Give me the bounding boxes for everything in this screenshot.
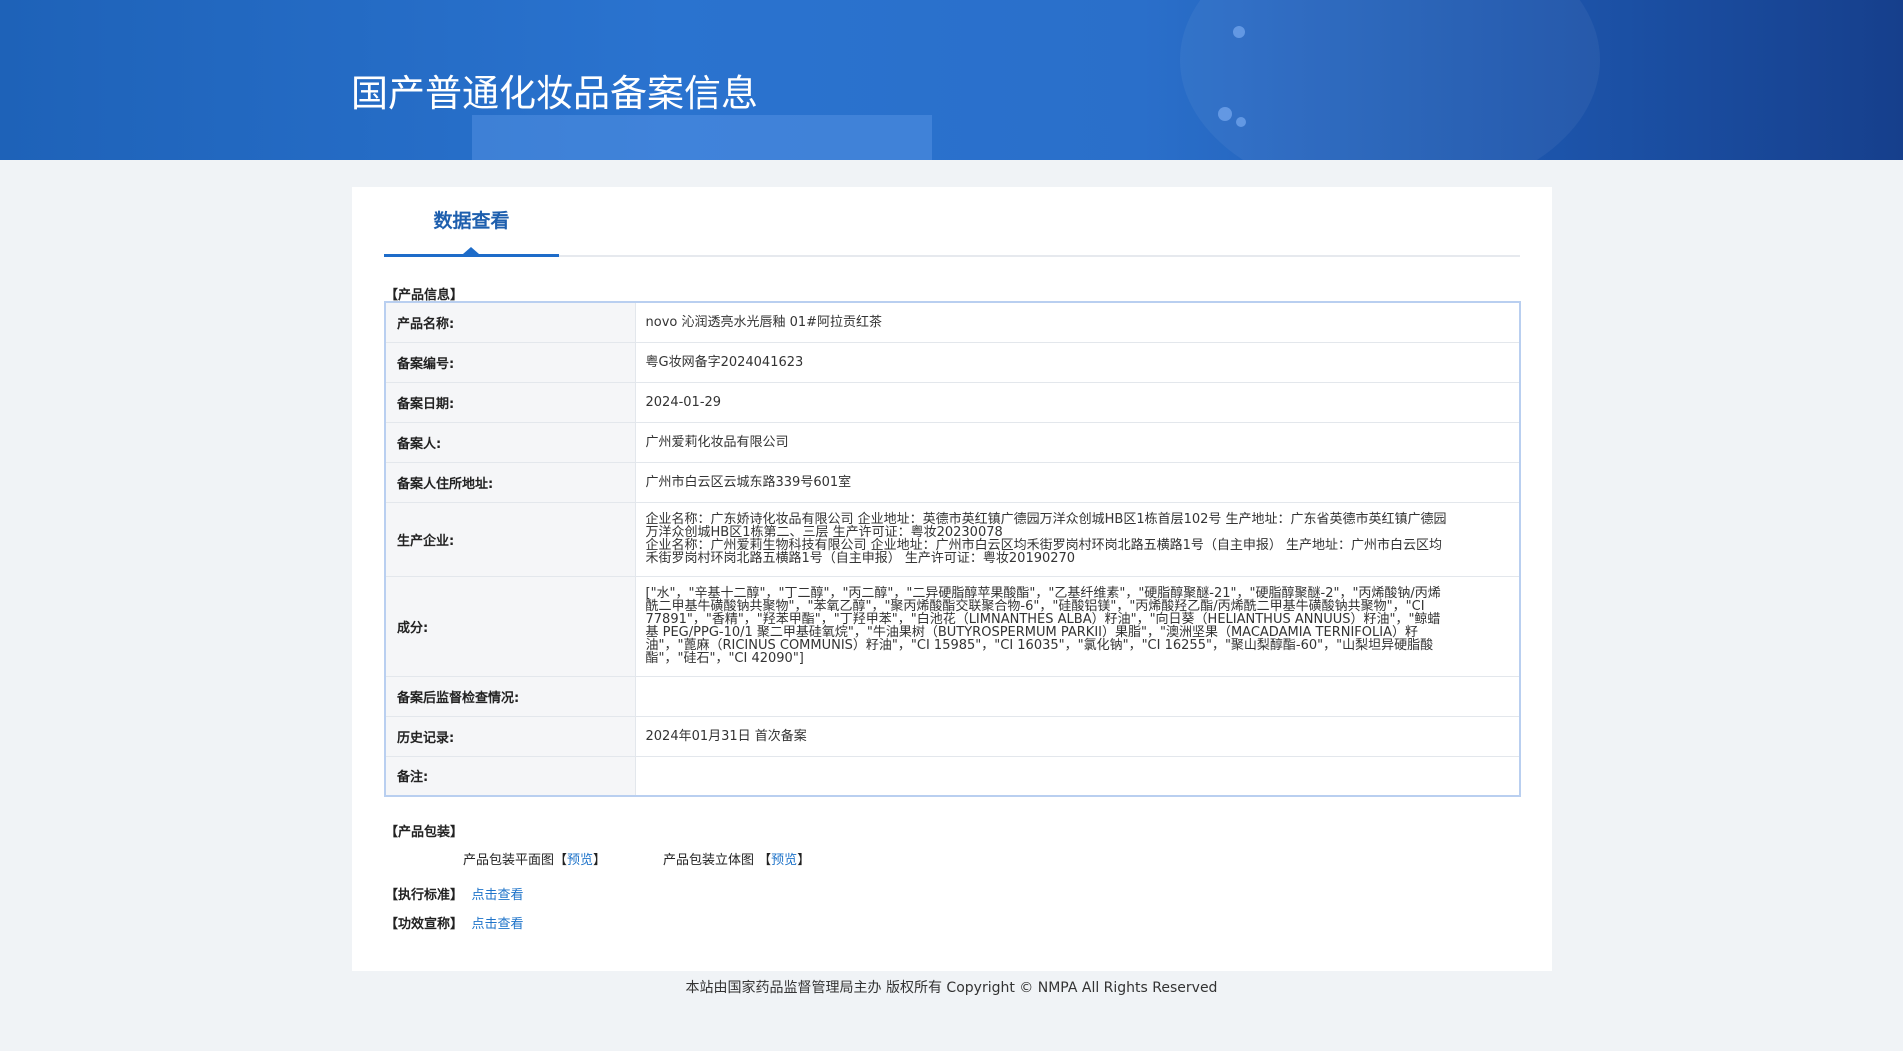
tab-bar: 数据查看 bbox=[384, 187, 1520, 257]
table-row: 备注: bbox=[385, 756, 1520, 797]
row-key: 备案编号: bbox=[385, 342, 636, 383]
row-key: 备案日期: bbox=[385, 382, 636, 423]
packaging-solid-label: 产品包装立体图 bbox=[663, 853, 755, 868]
row-value-ingredients: ["水"，"辛基十二醇"，"丁二醇"，"丙二醇"，"二异硬脂醇苹果酸酯"，"乙基… bbox=[635, 576, 1520, 677]
row-value: 广州爱莉化妆品有限公司 bbox=[635, 422, 1520, 463]
tab-data-view[interactable]: 数据查看 bbox=[384, 187, 559, 257]
row-value: 2024-01-29 bbox=[635, 382, 1520, 423]
row-value bbox=[635, 756, 1520, 797]
row-value: 2024年01月31日 首次备案 bbox=[635, 716, 1520, 757]
header-banner: 国产普通化妆品备案信息 bbox=[0, 0, 1903, 160]
bracket-close: 】 bbox=[797, 853, 811, 868]
footer-copyright: 本站由国家药品监督管理局主办 版权所有 Copyright © NMPA All… bbox=[685, 980, 1218, 996]
row-key: 备案人住所地址: bbox=[385, 462, 636, 503]
row-value-manufacturer: 企业名称：广东娇诗化妆品有限公司 企业地址：英德市英红镇广德园万洋众创城HB区1… bbox=[635, 502, 1520, 577]
text-line: 酯"，"硅石"，"CI 42090"] bbox=[645, 651, 804, 666]
row-value: 粤G妆网备字2024041623 bbox=[635, 342, 1520, 383]
banner-decoration bbox=[1180, 0, 1600, 160]
table-row: 备案后监督检查情况: bbox=[385, 676, 1520, 717]
row-key: 历史记录: bbox=[385, 716, 636, 757]
text-line: 禾街罗岗村环岗北路五横路1号（自主申报） 生产许可证：粤妆20190270 bbox=[645, 551, 1076, 566]
product-info-table: 产品名称: novo 沁润透亮水光唇釉 01#阿拉贡红茶 备案编号: 粤G妆网备… bbox=[384, 301, 1521, 797]
bracket-close: 】 bbox=[593, 853, 607, 868]
table-row: 历史记录: 2024年01月31日 首次备案 bbox=[385, 716, 1520, 757]
page-title: 国产普通化妆品备案信息 bbox=[351, 72, 758, 115]
content-card: 数据查看 【产品信息】 产品名称: novo 沁润透亮水光唇釉 01#阿拉贡红茶… bbox=[352, 187, 1552, 971]
efficacy-view-link[interactable]: 点击查看 bbox=[472, 917, 524, 932]
banner-dot bbox=[1236, 117, 1246, 127]
tab-label: 数据查看 bbox=[433, 210, 510, 232]
row-key: 产品名称: bbox=[385, 302, 636, 343]
standard-row: 【执行标准】 点击查看 bbox=[385, 884, 524, 903]
packaging-solid-item: 产品包装立体图 【预览】 bbox=[663, 849, 810, 868]
efficacy-row: 【功效宣称】 点击查看 bbox=[385, 913, 524, 932]
banner-decoration-block bbox=[472, 115, 932, 160]
section-title-efficacy: 【功效宣称】 bbox=[385, 917, 464, 932]
bracket-open: 【 bbox=[758, 853, 772, 868]
table-row: 产品名称: novo 沁润透亮水光唇釉 01#阿拉贡红茶 bbox=[385, 302, 1520, 343]
row-value bbox=[635, 676, 1520, 717]
packaging-flat-label: 产品包装平面图 bbox=[463, 853, 555, 868]
row-key: 备案人: bbox=[385, 422, 636, 463]
row-key: 备案后监督检查情况: bbox=[385, 676, 636, 717]
standard-view-link[interactable]: 点击查看 bbox=[472, 888, 524, 903]
table-row: 成分: ["水"，"辛基十二醇"，"丁二醇"，"丙二醇"，"二异硬脂醇苹果酸酯"… bbox=[385, 576, 1520, 677]
banner-dot bbox=[1218, 107, 1232, 121]
row-key: 成分: bbox=[385, 576, 636, 677]
row-key: 生产企业: bbox=[385, 502, 636, 577]
preview-solid-link[interactable]: 预览 bbox=[771, 853, 797, 868]
table-row: 备案人住所地址: 广州市白云区云城东路339号601室 bbox=[385, 462, 1520, 503]
section-title-standard: 【执行标准】 bbox=[385, 888, 464, 903]
section-title-packaging: 【产品包装】 bbox=[385, 825, 464, 840]
row-value: novo 沁润透亮水光唇釉 01#阿拉贡红茶 bbox=[635, 302, 1520, 343]
table-row: 生产企业: 企业名称：广东娇诗化妆品有限公司 企业地址：英德市英红镇广德园万洋众… bbox=[385, 502, 1520, 577]
table-row: 备案日期: 2024-01-29 bbox=[385, 382, 1520, 423]
preview-flat-link[interactable]: 预览 bbox=[567, 853, 593, 868]
bracket-open: 【 bbox=[554, 853, 568, 868]
packaging-flat-item: 产品包装平面图【预览】 bbox=[463, 849, 606, 868]
row-value: 广州市白云区云城东路339号601室 bbox=[635, 462, 1520, 503]
tab-caret-icon bbox=[463, 247, 479, 254]
banner-dot bbox=[1233, 26, 1245, 38]
row-key: 备注: bbox=[385, 756, 636, 797]
table-row: 备案编号: 粤G妆网备字2024041623 bbox=[385, 342, 1520, 383]
table-row: 备案人: 广州爱莉化妆品有限公司 bbox=[385, 422, 1520, 463]
